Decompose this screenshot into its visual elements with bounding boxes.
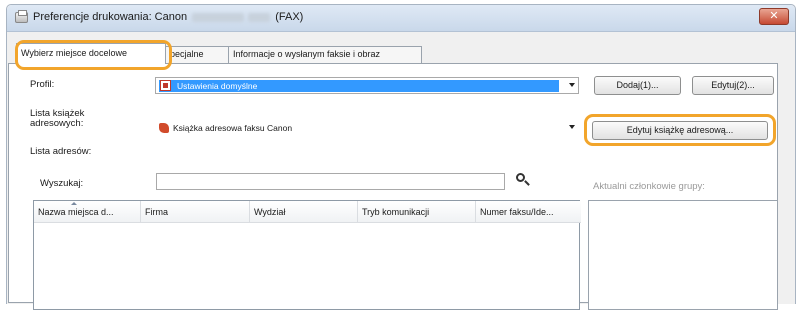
profile-dropdown[interactable]: Ustawienia domyślne — [155, 77, 579, 94]
column-header-company[interactable]: Firma — [141, 201, 250, 223]
tab-special[interactable]: pecjalne — [165, 46, 229, 63]
address-books-label-line2: adresowych: — [30, 118, 84, 129]
title-bar[interactable]: Preferencje drukowania: Canon (FAX) ✕ — [7, 5, 795, 32]
title-suffix: (FAX) — [275, 11, 304, 23]
edit-profile-button[interactable]: Edytuj(2)... — [692, 76, 774, 95]
profile-value-text: Ustawienia domyślne — [177, 81, 258, 91]
tab-select-destination[interactable]: Wybierz miejsce docelowe — [16, 43, 166, 64]
column-header-communication-mode[interactable]: Tryb komunikacji — [358, 201, 476, 223]
address-book-value: Książka adresowa faksu Canon — [173, 123, 293, 133]
column-header-department[interactable]: Wydział — [250, 201, 358, 223]
search-input[interactable] — [156, 173, 505, 190]
profile-label: Profil: — [30, 79, 55, 90]
sort-ascending-icon — [71, 202, 77, 205]
column-header-destination-name[interactable]: Nazwa miejsca d... — [34, 201, 141, 223]
profile-icon — [160, 80, 171, 91]
window-title: Preferencje drukowania: Canon (FAX) — [33, 11, 303, 23]
address-list-label: Lista adresów: — [30, 146, 92, 157]
column-header-label: Nazwa miejsca d... — [38, 207, 114, 217]
chevron-down-icon — [569, 83, 575, 87]
edit-address-book-button[interactable]: Edytuj książkę adresową... — [592, 121, 768, 140]
close-icon: ✕ — [769, 10, 779, 22]
address-books-label: Lista książek adresowych: — [30, 109, 84, 129]
printer-icon — [15, 10, 28, 23]
tab-sent-fax-info[interactable]: Informacje o wysłanym faksie i obraz — [228, 46, 422, 63]
search-icon[interactable] — [516, 173, 525, 182]
add-profile-button[interactable]: Dodaj(1)... — [594, 76, 681, 95]
redacted-model-name — [192, 12, 245, 22]
title-prefix: Preferencje drukowania: Canon — [33, 11, 188, 23]
group-members-list[interactable] — [588, 200, 778, 310]
address-book-icon — [159, 123, 169, 133]
close-button[interactable]: ✕ — [759, 8, 789, 25]
profile-selected-value: Ustawienia domyślne — [159, 80, 559, 92]
search-label: Wyszukaj: — [40, 178, 84, 189]
redacted-model-suffix — [248, 12, 271, 22]
address-book-dropdown[interactable]: Książka adresowa faksu Canon — [155, 119, 579, 136]
group-members-label: Aktualni członkowie grupy: — [593, 181, 705, 192]
address-list-table[interactable]: Nazwa miejsca d... Firma Wydział Tryb ko… — [33, 200, 581, 310]
chevron-down-icon — [569, 125, 575, 129]
column-header-fax-number[interactable]: Numer faksu/Ide... — [476, 201, 581, 223]
